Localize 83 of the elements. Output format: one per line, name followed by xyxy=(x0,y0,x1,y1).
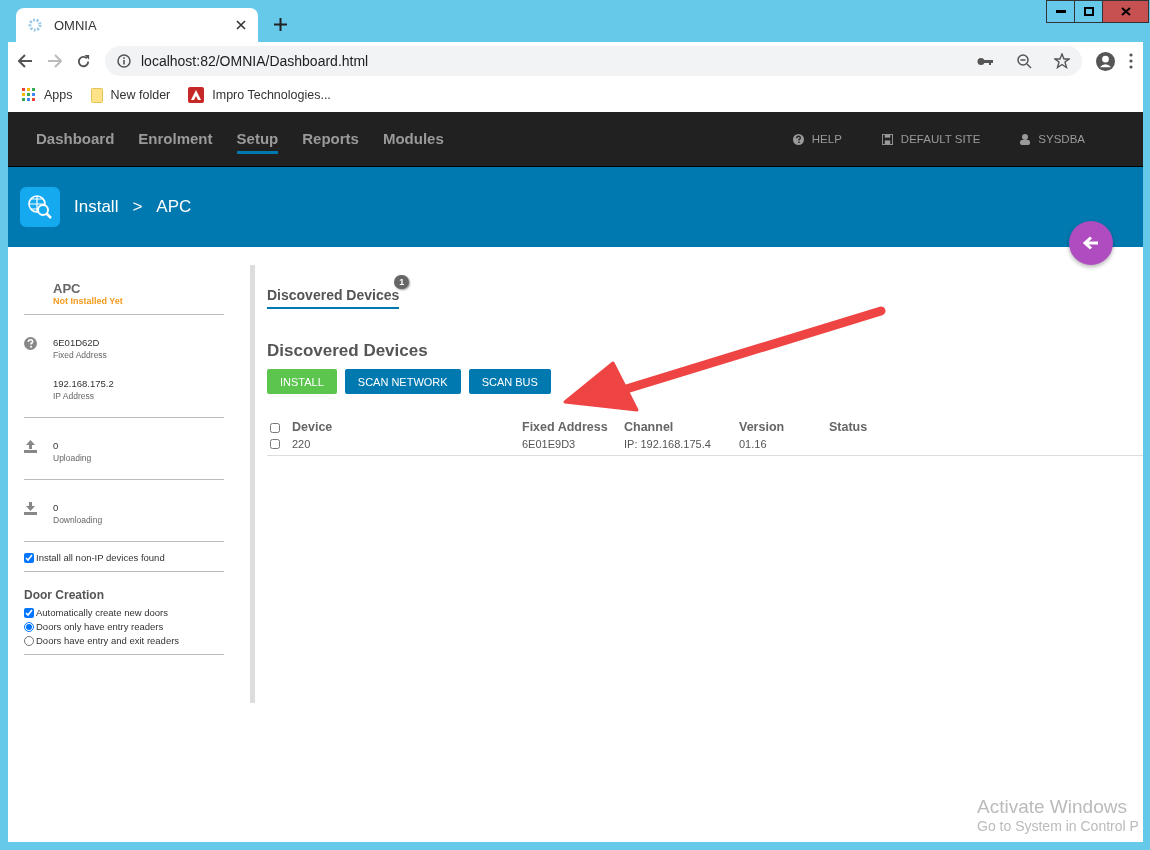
nav-item[interactable]: Setup xyxy=(236,124,279,154)
close-icon xyxy=(1120,7,1131,16)
radio-button[interactable] xyxy=(24,621,34,632)
folder-icon xyxy=(90,87,103,103)
radio-label: Doors have entry and exit readers xyxy=(36,635,180,646)
column-header: Channel xyxy=(624,420,675,436)
breadcrumb-link[interactable]: Install xyxy=(74,197,119,217)
address-bar[interactable]: localhost:82/OMNIA/Dashboard.html xyxy=(105,46,1082,76)
arrow-left-icon xyxy=(1083,236,1099,250)
column-header: Version xyxy=(739,420,786,436)
minimize-icon xyxy=(1055,10,1066,13)
question-icon xyxy=(24,337,37,350)
tab-title: OMNIA xyxy=(54,17,98,33)
bookmark[interactable]: New folder xyxy=(90,87,171,103)
breadcrumb-current: APC xyxy=(156,197,192,217)
close-icon[interactable] xyxy=(236,20,246,30)
help-icon xyxy=(792,133,804,145)
select-all-checkbox[interactable] xyxy=(270,423,280,433)
column-header: Fixed Address xyxy=(522,420,609,436)
section-heading: Discovered Devices xyxy=(267,341,429,361)
back-icon[interactable] xyxy=(18,54,33,68)
action-button[interactable]: SCAN BUS xyxy=(468,369,551,394)
site-favicon-icon xyxy=(28,18,42,32)
nav-link[interactable]: HELP xyxy=(792,133,842,145)
nav-item[interactable]: Enrolment xyxy=(138,124,213,154)
radio-button[interactable] xyxy=(24,635,34,646)
menu-icon[interactable] xyxy=(1129,53,1133,69)
maximize-button[interactable] xyxy=(1074,0,1103,23)
activation-text: Go to System in Control P xyxy=(977,818,1140,834)
globe-search-icon xyxy=(20,187,60,227)
nav-link[interactable]: DEFAULT SITE xyxy=(881,133,981,145)
save-icon xyxy=(881,133,893,145)
info-icon[interactable] xyxy=(117,54,131,68)
radio-label: Doors only have entry readers xyxy=(36,621,164,632)
zoom-out-icon[interactable] xyxy=(1017,53,1032,69)
user-icon xyxy=(1020,133,1031,145)
browser-tab[interactable]: OMNIA xyxy=(16,8,258,42)
section-title: Door Creation xyxy=(24,588,105,602)
bookmark[interactable]: Apps xyxy=(22,88,73,102)
action-button[interactable]: SCAN NETWORK xyxy=(344,369,461,394)
detail-value: 192.168.175.2 xyxy=(53,378,114,389)
checkbox[interactable] xyxy=(24,607,34,618)
count-badge: 1 xyxy=(394,275,410,289)
table-cell: 220 xyxy=(292,436,522,456)
star-icon[interactable] xyxy=(1054,53,1070,69)
bookmark[interactable]: Impro Technologies... xyxy=(188,87,331,103)
column-header: Device xyxy=(292,420,334,436)
new-tab-icon[interactable] xyxy=(274,18,287,31)
transfer-count: 0 xyxy=(53,502,60,513)
detail-label: IP Address xyxy=(53,391,95,401)
checkbox-label: Automatically create new doors xyxy=(36,607,168,618)
upload-icon xyxy=(24,440,37,453)
nav-link[interactable]: SYSDBA xyxy=(1020,133,1085,145)
nav-item[interactable]: Reports xyxy=(302,124,359,154)
back-button[interactable] xyxy=(1069,221,1113,265)
activation-title: Activate Windows xyxy=(977,796,1128,818)
detail-label: Fixed Address xyxy=(53,350,107,360)
transfer-label: Downloading xyxy=(53,515,103,525)
url-text: localhost:82/OMNIA/Dashboard.html xyxy=(141,53,370,69)
transfer-label: Uploading xyxy=(53,453,92,463)
site-logo-icon xyxy=(188,87,205,103)
profile-icon[interactable] xyxy=(1096,51,1115,71)
download-icon xyxy=(24,502,37,515)
nav-item[interactable]: Dashboard xyxy=(36,124,115,154)
apps-grid-icon xyxy=(22,88,36,102)
install-status: Not Installed Yet xyxy=(53,296,124,306)
breadcrumb-separator: > xyxy=(132,197,143,217)
maximize-icon xyxy=(1083,7,1094,16)
transfer-count: 0 xyxy=(53,440,60,451)
minimize-button[interactable] xyxy=(1046,0,1075,23)
detail-value: 6E01D62D xyxy=(53,337,101,348)
reload-icon[interactable] xyxy=(76,53,91,69)
key-icon[interactable] xyxy=(977,56,993,66)
close-button[interactable] xyxy=(1102,0,1149,23)
checkbox-label: Install all non-IP devices found xyxy=(36,552,165,563)
row-checkbox[interactable] xyxy=(270,439,280,449)
table-cell: IP: 192.168.175.4 xyxy=(624,436,739,456)
table-cell: 6E01E9D3 xyxy=(522,436,624,456)
checkbox[interactable] xyxy=(24,552,34,563)
nav-item[interactable]: Modules xyxy=(382,124,444,154)
device-title: APC xyxy=(53,281,82,296)
table-cell: 01.16 xyxy=(739,436,829,456)
column-header: Status xyxy=(829,420,869,436)
